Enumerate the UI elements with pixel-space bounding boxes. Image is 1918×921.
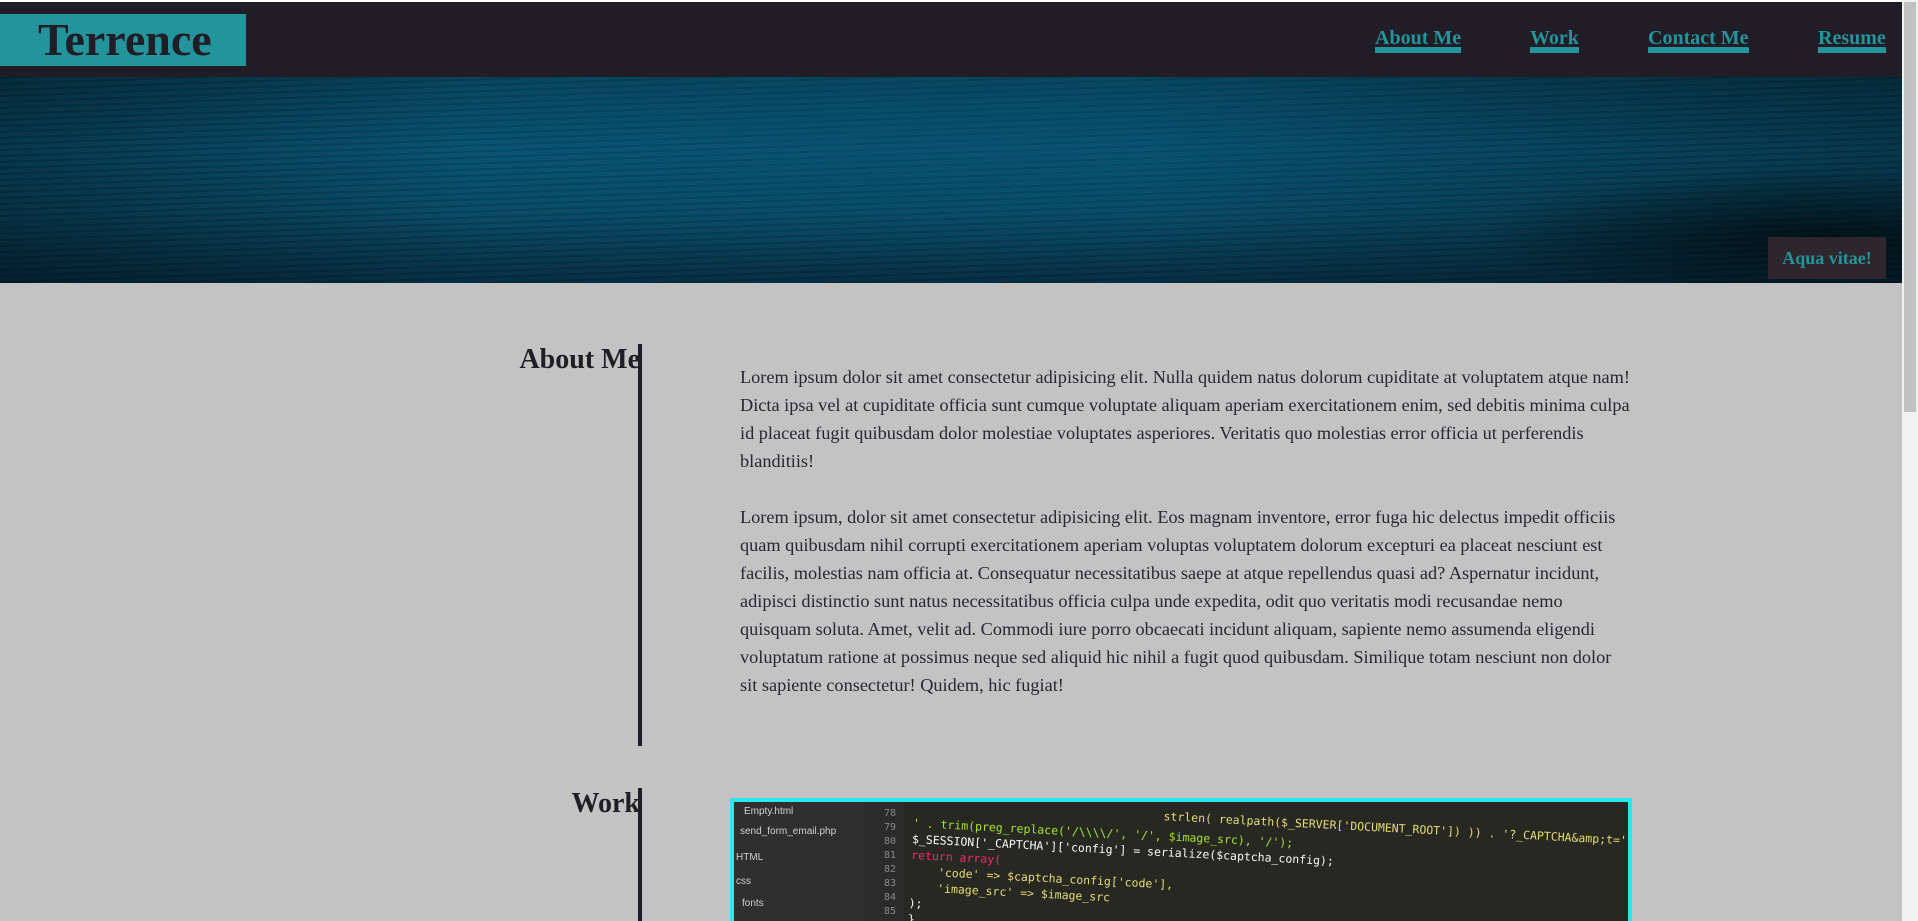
about-paragraph-1: Lorem ipsum dolor sit amet consectetur a…: [740, 367, 1630, 471]
line-number: 82: [884, 864, 897, 875]
about-paragraph-2: Lorem ipsum, dolor sit amet consectetur …: [740, 507, 1616, 695]
site-header: Terrence About Me Work Contact Me Resume: [0, 2, 1902, 77]
scrollbar-thumb[interactable]: [1904, 2, 1916, 412]
sidebar-file: send_form_email.php: [740, 826, 837, 837]
line-number: 84: [884, 892, 897, 903]
line-number: 81: [884, 850, 897, 861]
nav-resume[interactable]: Resume: [1818, 28, 1886, 53]
work-divider: [638, 788, 642, 921]
sidebar-file: Empty.html: [744, 806, 794, 817]
about-section-title: About Me: [519, 344, 640, 375]
work-project-image[interactable]: Empty.html send_form_email.php HTML css …: [730, 798, 1632, 921]
about-divider: [638, 344, 642, 746]
line-number: 79: [884, 822, 897, 833]
about-body: Lorem ipsum dolor sit amet consectetur a…: [740, 363, 1630, 727]
editor-file-sidebar: Empty.html send_form_email.php HTML css …: [734, 802, 864, 921]
nav-contact-me[interactable]: Contact Me: [1648, 28, 1749, 53]
sidebar-folder: fonts: [742, 898, 764, 909]
editor-line-gutter: 78 79 80 81 82 83 84 85: [864, 802, 904, 921]
work-section-title: Work: [571, 788, 640, 819]
code-line: }: [907, 911, 916, 921]
line-number: 85: [884, 906, 897, 917]
sidebar-folder: css: [736, 876, 751, 887]
line-number: 83: [884, 878, 897, 889]
line-number: 80: [884, 836, 897, 847]
line-number: 78: [884, 808, 897, 819]
code-line: );: [908, 895, 923, 911]
nav-about-me[interactable]: About Me: [1375, 28, 1462, 53]
sidebar-folder: HTML: [736, 852, 764, 863]
hero-caption: Aqua vitae!: [1768, 237, 1886, 279]
editor-code: strlen( realpath($_SERVER['DOCUMENT_ROOT…: [907, 802, 1628, 921]
hero-banner-image: [0, 77, 1902, 283]
nav-work[interactable]: Work: [1530, 28, 1579, 53]
brand-logo[interactable]: Terrence: [0, 14, 246, 66]
